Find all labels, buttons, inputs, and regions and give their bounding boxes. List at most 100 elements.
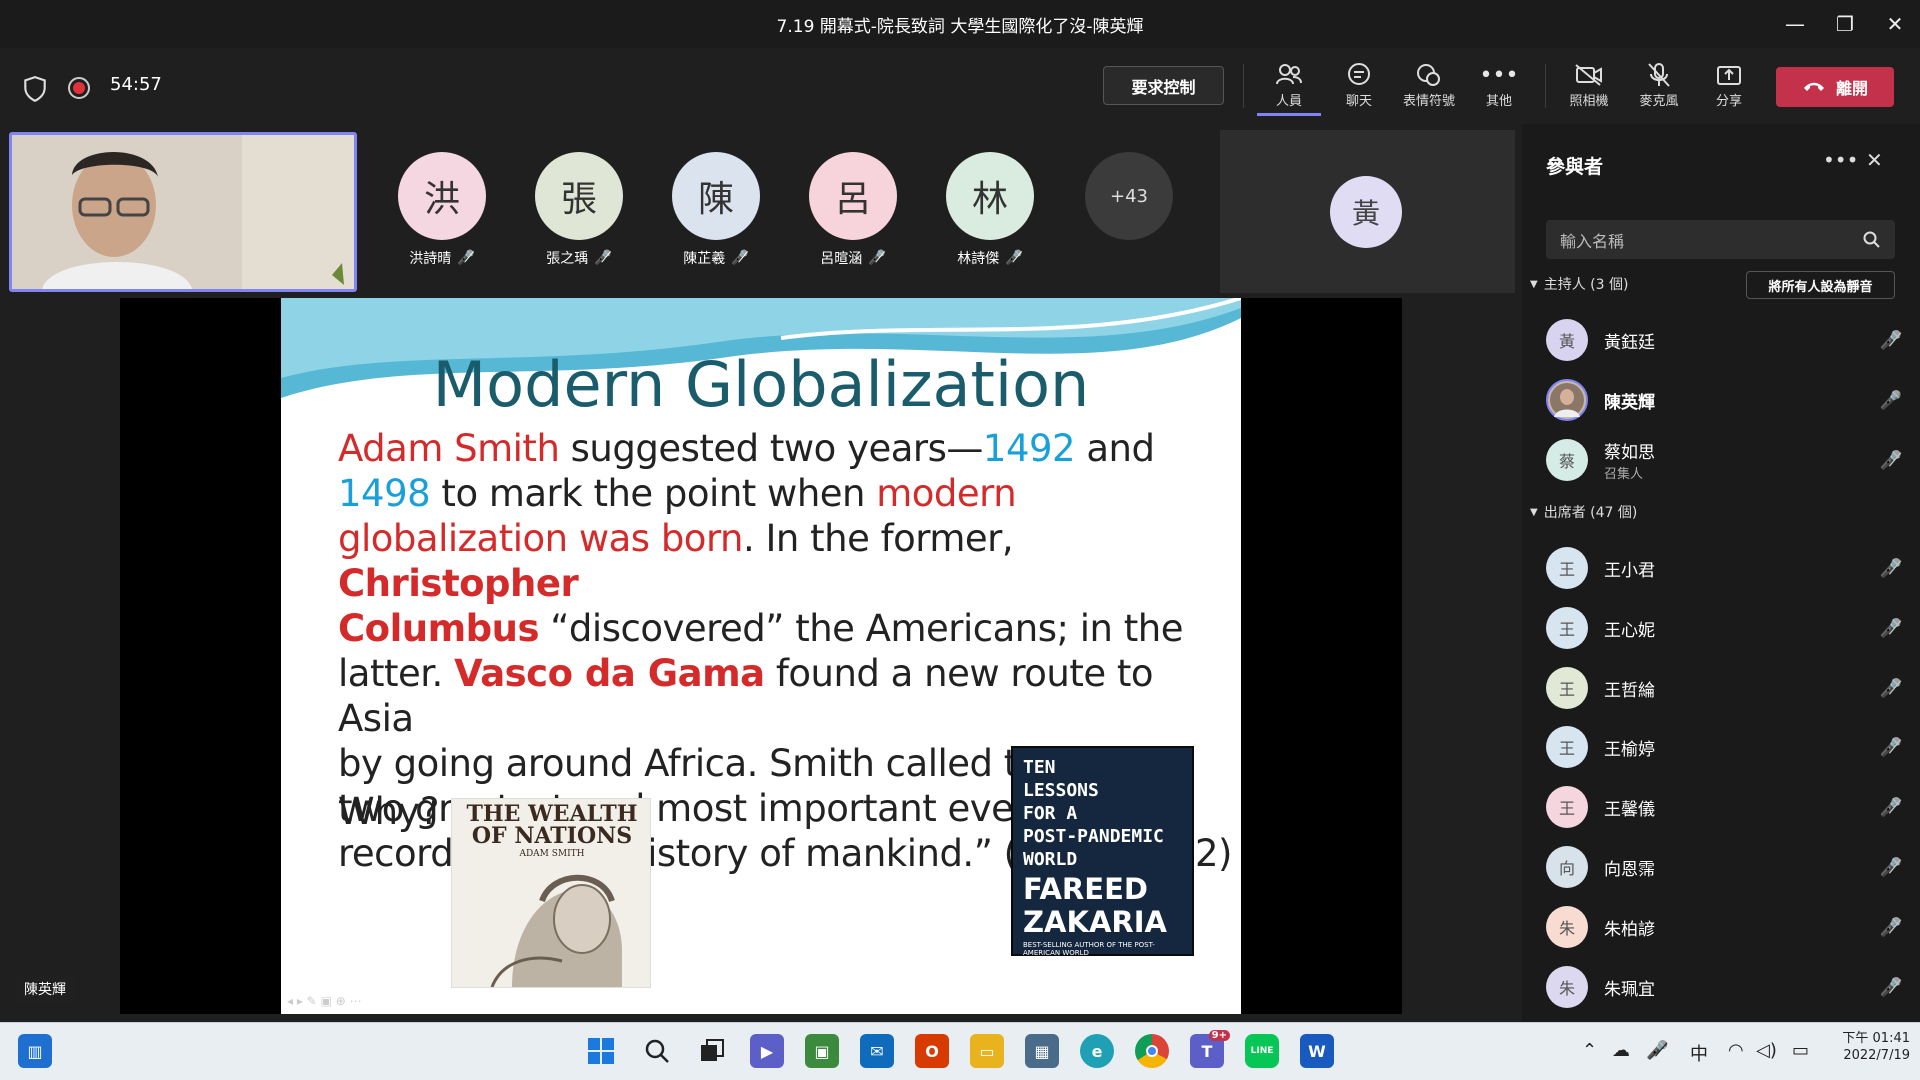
participant-name: 王小君	[1604, 560, 1655, 581]
participant-row[interactable]: 向 向恩霈 🎤̸	[1546, 843, 1906, 891]
people-button[interactable]: 人員	[1257, 60, 1321, 116]
mic-off-icon: 🎤̸	[1879, 976, 1903, 998]
mic-off-icon[interactable]: 🎤̸	[1646, 1040, 1668, 1061]
participant-avatar: 王	[1546, 547, 1588, 589]
battery-icon[interactable]: ▭	[1792, 1040, 1809, 1061]
participant-avatar: 呂	[809, 152, 897, 240]
panel-close-icon[interactable]: ✕	[1866, 148, 1883, 172]
reactions-button[interactable]: 表情符號	[1397, 60, 1461, 116]
participant-avatar: 朱	[1546, 906, 1588, 948]
participant-row[interactable]: 王 王榆婷 🎤̸	[1546, 723, 1906, 771]
camera-label: 照相機	[1569, 94, 1609, 109]
meeting-timer: 54:57	[110, 74, 162, 95]
wifi-icon[interactable]: ◠	[1728, 1040, 1744, 1061]
word-icon[interactable]: W	[1300, 1034, 1334, 1068]
mic-off-icon: 🎤̸	[1879, 617, 1903, 639]
participant-row[interactable]: 朱 朱珮宜 🎤̸	[1546, 963, 1906, 1011]
mail-icon[interactable]: ✉	[860, 1034, 894, 1068]
system-clock[interactable]: 下午 01:41 2022/7/19	[1820, 1030, 1910, 1064]
presenter-video[interactable]	[9, 132, 357, 292]
camera-button[interactable]: 照相機	[1557, 60, 1621, 116]
panel-title: 參與者	[1546, 156, 1604, 178]
mic-off-icon: 🎤̸	[1879, 796, 1903, 818]
teams-icon[interactable]: T 9+	[1190, 1030, 1230, 1068]
participant-row[interactable]: 黃 黃鈺廷 🎤̸	[1546, 316, 1906, 364]
slide-navigation-tools[interactable]: ◂ ▸ ✎ ▣ ⊕ ⋯	[287, 994, 362, 1008]
participant-avatar: 林	[946, 152, 1034, 240]
participant-row[interactable]: 王 王馨儀 🎤̸	[1546, 783, 1906, 831]
office-icon[interactable]: O	[915, 1034, 949, 1068]
mic-off-icon: 🎤̸	[1879, 916, 1903, 938]
mic-off-icon: 🎤̸	[1879, 677, 1903, 699]
participant-tile[interactable]: 張 張之瑀 🎤̸	[534, 152, 624, 268]
request-control-button[interactable]: 要求控制	[1103, 66, 1224, 105]
mic-off-icon: 🎤̸	[1879, 856, 1903, 878]
participant-row[interactable]: 王 王心妮 🎤̸	[1546, 604, 1906, 652]
edge-icon[interactable]: e	[1080, 1034, 1114, 1068]
chevron-up-icon[interactable]: ⌃	[1582, 1040, 1597, 1061]
file-explorer-icon[interactable]: ▭	[970, 1034, 1004, 1068]
participant-avatar: 向	[1546, 846, 1588, 888]
people-label: 人員	[1275, 94, 1302, 109]
more-button[interactable]: ••• 其他	[1467, 60, 1531, 116]
toolbar-divider	[1545, 64, 1546, 108]
teams-chat-icon[interactable]: ▶	[750, 1034, 784, 1068]
share-button[interactable]: 分享	[1697, 60, 1761, 116]
participant-tile[interactable]: 呂 呂暄涵 🎤̸	[808, 152, 898, 268]
mic-off-icon	[1646, 60, 1672, 90]
close-window-button[interactable]: ✕	[1870, 0, 1920, 48]
share-icon	[1716, 60, 1742, 90]
chrome-icon[interactable]	[1135, 1034, 1169, 1068]
chevron-down-icon: ▼	[1530, 278, 1538, 290]
onedrive-icon[interactable]: ☁	[1612, 1040, 1630, 1061]
mic-off-icon: 🎤̸	[868, 250, 886, 266]
widgets-icon[interactable]: ▥	[18, 1034, 52, 1068]
mic-off-icon: 🎤̸	[1879, 557, 1903, 579]
attendees-section-header[interactable]: ▼ 出席者 (47 個)	[1530, 502, 1637, 522]
mic-button[interactable]: 麥克風	[1627, 60, 1691, 116]
participant-row[interactable]: 朱 朱柏諺 🎤̸	[1546, 903, 1906, 951]
notification-badge: 9+	[1208, 1030, 1230, 1041]
participant-name: 洪詩晴	[409, 251, 452, 267]
chat-button[interactable]: 聊天	[1327, 60, 1391, 116]
participant-tile[interactable]: 林 林詩傑 🎤̸	[945, 152, 1035, 268]
participant-row[interactable]: 王 王小君 🎤̸	[1546, 544, 1906, 592]
start-icon[interactable]	[584, 1034, 618, 1068]
search-icon[interactable]	[640, 1034, 674, 1068]
participant-avatar: 王	[1546, 667, 1588, 709]
participant-tile[interactable]: 陳 陳芷羲 🎤̸	[671, 152, 761, 268]
more-icon: •••	[1479, 62, 1519, 88]
ten-lessons-book-image: TEN LESSONS FOR A POST-PANDEMIC WORLD FA…	[1011, 746, 1194, 957]
participant-name: 黃鈺廷	[1604, 332, 1655, 353]
toolbar-divider	[1243, 64, 1244, 108]
shield-icon[interactable]	[22, 75, 48, 103]
participant-avatar: 王	[1546, 726, 1588, 768]
leave-button[interactable]: 離開	[1776, 67, 1894, 107]
leave-label: 離開	[1835, 79, 1868, 98]
participant-row[interactable]: 陳英輝 🎤	[1546, 376, 1906, 424]
more-label: 其他	[1485, 94, 1512, 109]
volume-icon[interactable]: ◁)	[1756, 1040, 1777, 1061]
ime-indicator[interactable]: 中	[1690, 1040, 1708, 1066]
line-icon[interactable]: LINE	[1245, 1034, 1279, 1068]
mic-off-icon: 🎤̸	[1879, 736, 1903, 758]
search-placeholder: 輸入名稱	[1560, 231, 1625, 251]
slide-question: Why?	[338, 790, 440, 833]
calculator-icon[interactable]: ▦	[1025, 1034, 1059, 1068]
mute-all-button[interactable]: 將所有人設為靜音	[1746, 271, 1895, 299]
participant-tile[interactable]: 洪 洪詩晴 🎤̸	[397, 152, 487, 268]
people-icon	[1275, 60, 1303, 90]
participant-name: 蔡如思	[1604, 443, 1655, 463]
more-participants-button[interactable]: +43	[1085, 152, 1173, 240]
panel-more-icon[interactable]: •••	[1823, 148, 1858, 172]
task-view-icon[interactable]	[695, 1034, 729, 1068]
participant-search-input[interactable]: 輸入名稱	[1546, 220, 1895, 259]
minimize-button[interactable]: —	[1770, 0, 1820, 48]
participant-row[interactable]: 王 王哲綸 🎤̸	[1546, 664, 1906, 712]
restore-button[interactable]: ❐	[1820, 0, 1870, 48]
participant-row[interactable]: 蔡 蔡如思 召集人 🎤̸	[1546, 436, 1906, 484]
photos-icon[interactable]: ▣	[805, 1034, 839, 1068]
presenter-name-badge: 陳英輝	[16, 975, 74, 1003]
hosts-section-header[interactable]: ▼ 主持人 (3 個)	[1530, 274, 1628, 294]
camera-off-icon	[1574, 60, 1604, 90]
